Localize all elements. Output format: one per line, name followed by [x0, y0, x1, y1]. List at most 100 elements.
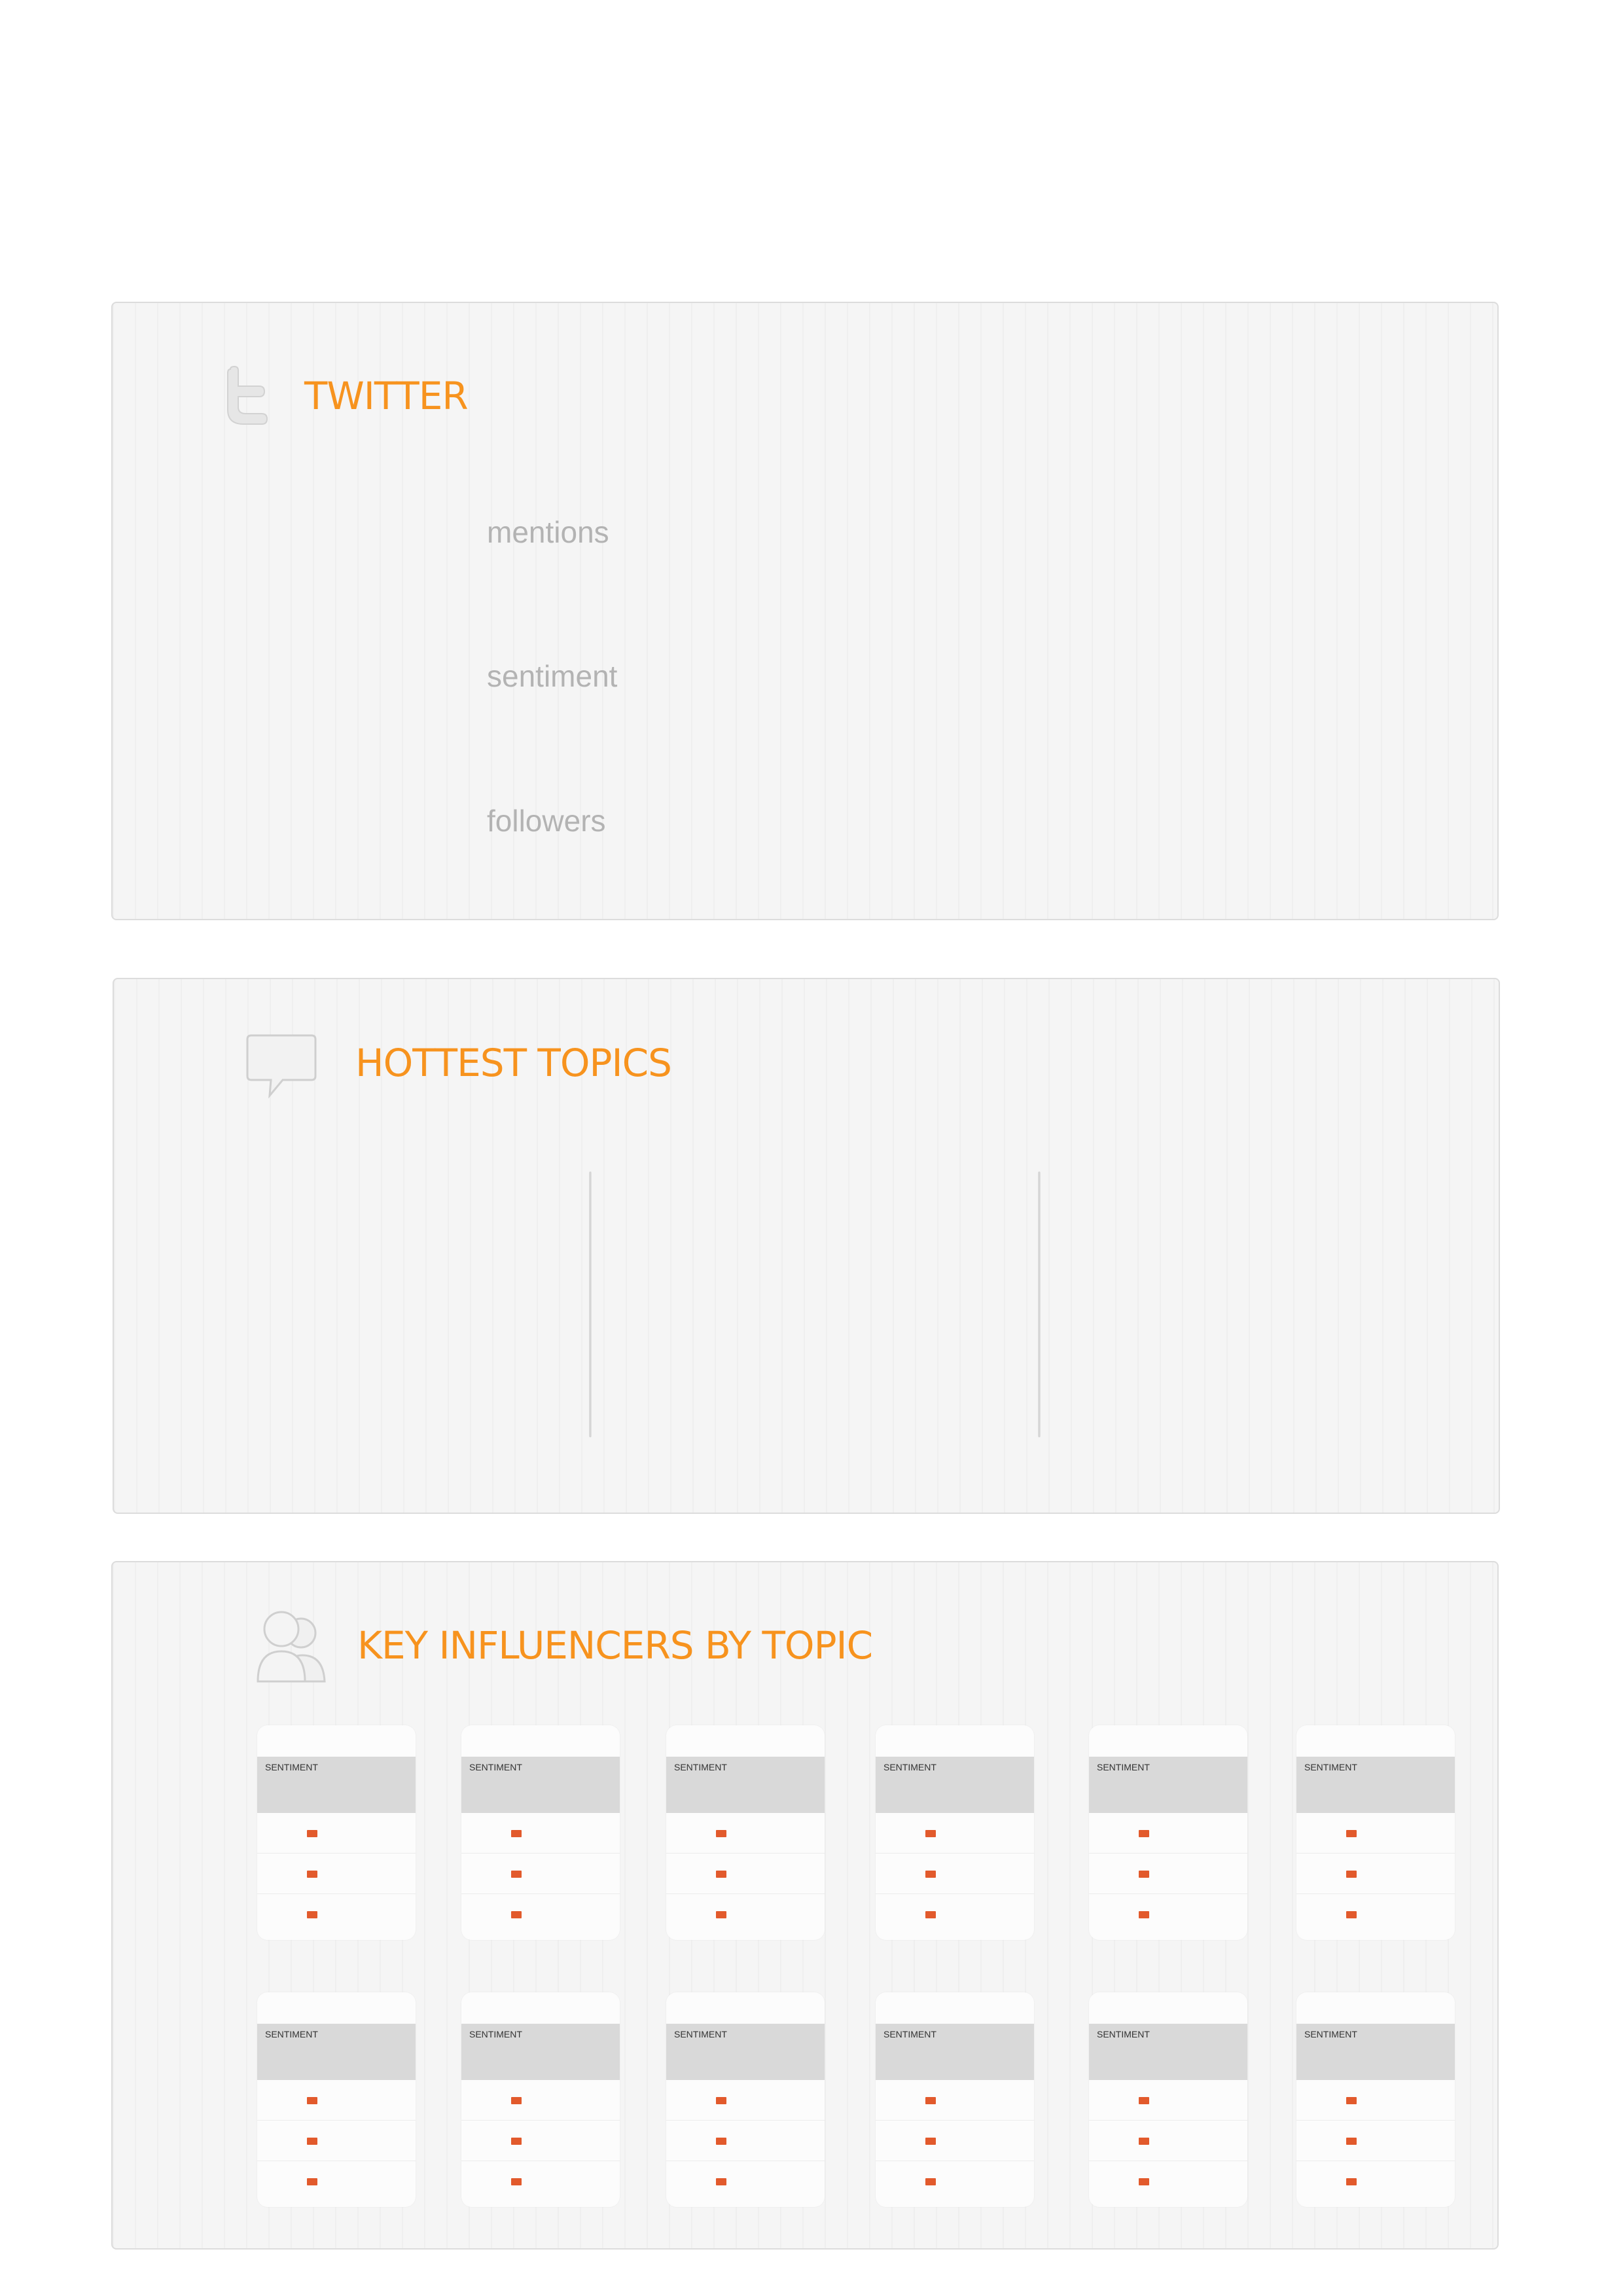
metric-followers-label: followers: [487, 804, 606, 838]
sentiment-label: SENTIMENT: [265, 1762, 318, 1772]
card-header: SENTIMENT: [1296, 1757, 1455, 1813]
influencer-row[interactable]: [1089, 2121, 1247, 2161]
card-header: SENTIMENT: [257, 2024, 416, 2080]
influencer-row[interactable]: [876, 1894, 1034, 1935]
influencer-row[interactable]: [461, 1813, 620, 1854]
influencer-row[interactable]: [461, 2080, 620, 2121]
influencer-row[interactable]: [1089, 1854, 1247, 1894]
flag-icon: [925, 2097, 936, 2104]
influencer-card: SENTIMENT: [666, 1992, 825, 2207]
flag-icon: [511, 1830, 522, 1837]
influencer-card: SENTIMENT: [1089, 1992, 1247, 2207]
influencer-row[interactable]: [1296, 1854, 1455, 1894]
influencer-row[interactable]: [876, 1854, 1034, 1894]
metric-sentiment-label: sentiment: [487, 659, 618, 693]
flag-icon: [925, 1871, 936, 1878]
flag-icon: [1139, 1911, 1149, 1918]
users-icon: [257, 1611, 326, 1683]
influencer-card: SENTIMENT: [461, 1725, 620, 1940]
sentiment-label: SENTIMENT: [265, 2029, 318, 2039]
influencer-row[interactable]: [1296, 2080, 1455, 2121]
influencer-row[interactable]: [257, 1854, 416, 1894]
influencer-row[interactable]: [1296, 2121, 1455, 2161]
sentiment-label: SENTIMENT: [674, 1762, 727, 1772]
flag-icon: [511, 2138, 522, 2145]
card-header: SENTIMENT: [876, 1757, 1034, 1813]
flag-icon: [716, 1911, 726, 1918]
flag-icon: [307, 1830, 317, 1837]
influencer-row[interactable]: [1089, 1894, 1247, 1935]
topic-column-divider: [589, 1172, 592, 1437]
influencer-row[interactable]: [876, 2080, 1034, 2121]
influencer-card: SENTIMENT: [257, 1725, 416, 1940]
flag-icon: [511, 2178, 522, 2185]
influencer-row[interactable]: [666, 2161, 825, 2202]
flag-icon: [1346, 1871, 1357, 1878]
flag-icon: [511, 2097, 522, 2104]
influencer-row[interactable]: [461, 2121, 620, 2161]
flag-icon: [1139, 2138, 1149, 2145]
speech-bubble-icon: [246, 1034, 317, 1098]
flag-icon: [1139, 2178, 1149, 2185]
influencer-row[interactable]: [1296, 1894, 1455, 1935]
influencer-row[interactable]: [1296, 1813, 1455, 1854]
hottest-topics-title: HOTTEST TOPICS: [355, 1041, 672, 1085]
flag-icon: [1139, 2097, 1149, 2104]
flag-icon: [925, 1911, 936, 1918]
influencer-row[interactable]: [461, 1894, 620, 1935]
twitter-title: TWITTER: [304, 374, 469, 418]
flag-icon: [307, 1911, 317, 1918]
twitter-bird-icon: [227, 365, 268, 425]
flag-icon: [925, 1830, 936, 1837]
influencer-card: SENTIMENT: [1089, 1725, 1247, 1940]
flag-icon: [925, 2138, 936, 2145]
influencer-row[interactable]: [1089, 1813, 1247, 1854]
influencer-row[interactable]: [461, 2161, 620, 2202]
flag-icon: [307, 2138, 317, 2145]
flag-icon: [511, 1871, 522, 1878]
flag-icon: [716, 2097, 726, 2104]
influencer-card: SENTIMENT: [666, 1725, 825, 1940]
influencer-row[interactable]: [666, 1813, 825, 1854]
flag-icon: [307, 1871, 317, 1878]
sentiment-label: SENTIMENT: [1097, 1762, 1150, 1772]
influencer-row[interactable]: [257, 1813, 416, 1854]
card-header: SENTIMENT: [461, 1757, 620, 1813]
influencer-card: SENTIMENT: [876, 1992, 1034, 2207]
influencer-row[interactable]: [1089, 2080, 1247, 2121]
sentiment-label: SENTIMENT: [883, 2029, 936, 2039]
card-header: SENTIMENT: [1089, 1757, 1247, 1813]
sentiment-label: SENTIMENT: [1304, 1762, 1357, 1772]
card-header: SENTIMENT: [876, 2024, 1034, 2080]
flag-icon: [1346, 2138, 1357, 2145]
card-header: SENTIMENT: [1089, 2024, 1247, 2080]
influencer-row[interactable]: [666, 1894, 825, 1935]
influencer-row[interactable]: [666, 2080, 825, 2121]
flag-icon: [925, 2178, 936, 2185]
flag-icon: [1139, 1871, 1149, 1878]
card-header: SENTIMENT: [1296, 2024, 1455, 2080]
sentiment-label: SENTIMENT: [469, 1762, 522, 1772]
influencer-row[interactable]: [257, 2161, 416, 2202]
influencer-row[interactable]: [1296, 2161, 1455, 2202]
influencer-card: SENTIMENT: [1296, 1725, 1455, 1940]
influencer-row[interactable]: [666, 1854, 825, 1894]
flag-icon: [511, 1911, 522, 1918]
flag-icon: [1346, 1830, 1357, 1837]
influencer-row[interactable]: [876, 2121, 1034, 2161]
influencer-row[interactable]: [666, 2121, 825, 2161]
influencer-card: SENTIMENT: [461, 1992, 620, 2207]
influencer-row[interactable]: [257, 2121, 416, 2161]
flag-icon: [716, 2178, 726, 2185]
influencer-card: SENTIMENT: [876, 1725, 1034, 1940]
influencer-row[interactable]: [876, 1813, 1034, 1854]
flag-icon: [1346, 2178, 1357, 2185]
influencer-row[interactable]: [461, 1854, 620, 1894]
influencer-row[interactable]: [257, 2080, 416, 2121]
sentiment-label: SENTIMENT: [883, 1762, 936, 1772]
influencer-row[interactable]: [257, 1894, 416, 1935]
influencer-row[interactable]: [1089, 2161, 1247, 2202]
flag-icon: [716, 1871, 726, 1878]
influencer-row[interactable]: [876, 2161, 1034, 2202]
card-header: SENTIMENT: [461, 2024, 620, 2080]
